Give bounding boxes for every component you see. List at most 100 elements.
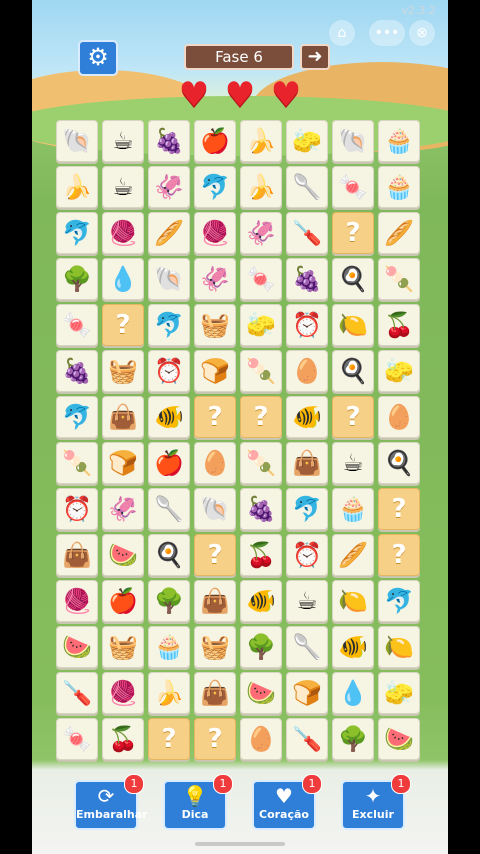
tile-squid[interactable]: 🦑 [102, 488, 144, 530]
tile-popsicle[interactable]: 🍡 [378, 258, 420, 300]
tile-basket[interactable]: 🧺 [102, 626, 144, 668]
hidden-tile[interactable]: ? [194, 718, 236, 760]
tile-spoon[interactable]: 🥄 [286, 626, 328, 668]
close-icon[interactable]: ⊗ [409, 20, 435, 46]
tile-shell[interactable]: 🐚 [56, 120, 98, 162]
tile-watermelon[interactable]: 🍉 [102, 534, 144, 576]
tile-tree[interactable]: 🌳 [148, 580, 190, 622]
dica-button[interactable]: 💡 Dica 1 [163, 774, 233, 830]
settings-button[interactable]: ⚙ [78, 40, 118, 76]
tile-grapes[interactable]: 🍇 [286, 258, 328, 300]
tile-bag[interactable]: 👜 [56, 534, 98, 576]
tile-egg[interactable]: 🥚 [240, 718, 282, 760]
tile-basket[interactable]: 🧺 [194, 304, 236, 346]
tile-squid[interactable]: 🦑 [148, 166, 190, 208]
tile-spoon[interactable]: 🥄 [286, 166, 328, 208]
tile-sponge[interactable]: 🧽 [240, 304, 282, 346]
tile-dolphin[interactable]: 🐬 [286, 488, 328, 530]
tile-bag[interactable]: 👜 [194, 580, 236, 622]
tile-basket[interactable]: 🧺 [194, 626, 236, 668]
hidden-tile[interactable]: ? [194, 396, 236, 438]
tile-apple[interactable]: 🍎 [194, 120, 236, 162]
tile-tree[interactable]: 🌳 [56, 258, 98, 300]
tile-cupcake[interactable]: 🧁 [148, 626, 190, 668]
tile-banana[interactable]: 🍌 [240, 166, 282, 208]
embaralhar-button[interactable]: ⟳ Embaralhar 1 [74, 774, 148, 830]
tile-shell[interactable]: 🐚 [194, 488, 236, 530]
tile-pan[interactable]: 🍳 [332, 258, 374, 300]
tile-cherries[interactable]: 🍒 [240, 534, 282, 576]
tile-yarn[interactable]: 🧶 [56, 580, 98, 622]
tile-drop[interactable]: 💧 [332, 672, 374, 714]
tile-cupcake[interactable]: 🧁 [378, 120, 420, 162]
tile-egg[interactable]: 🥚 [194, 442, 236, 484]
tile-yarn[interactable]: 🧶 [194, 212, 236, 254]
tile-pan[interactable]: 🍳 [332, 350, 374, 392]
tile-grapes[interactable]: 🍇 [148, 120, 190, 162]
tile-bag[interactable]: 👜 [286, 442, 328, 484]
tile-shell[interactable]: 🐚 [332, 120, 374, 162]
tile-watermelon[interactable]: 🍉 [240, 672, 282, 714]
hidden-tile[interactable]: ? [194, 534, 236, 576]
coracao-button[interactable]: ♥ Coração 1 [252, 774, 322, 830]
tile-cup[interactable]: ☕ [102, 166, 144, 208]
tile-pan[interactable]: 🍳 [148, 534, 190, 576]
tile-yarn[interactable]: 🧶 [102, 212, 144, 254]
tile-cup[interactable]: ☕ [102, 120, 144, 162]
more-icon[interactable]: ••• [369, 20, 405, 46]
tile-cherries[interactable]: 🍒 [378, 304, 420, 346]
next-level-button[interactable]: ➜ [300, 44, 330, 70]
tile-screwdriver[interactable]: 🪛 [286, 212, 328, 254]
hidden-tile[interactable]: ? [378, 488, 420, 530]
tile-dolphin[interactable]: 🐬 [194, 166, 236, 208]
tile-clock[interactable]: ⏰ [286, 304, 328, 346]
tile-dolphin[interactable]: 🐬 [56, 212, 98, 254]
tile-lemon[interactable]: 🍋 [378, 626, 420, 668]
tile-tree[interactable]: 🌳 [240, 626, 282, 668]
tile-fish[interactable]: 🐠 [148, 396, 190, 438]
tile-bread[interactable]: 🥖 [332, 534, 374, 576]
tile-bag[interactable]: 👜 [102, 396, 144, 438]
tile-sponge[interactable]: 🧽 [286, 120, 328, 162]
tile-screwdriver[interactable]: 🪛 [286, 718, 328, 760]
hidden-tile[interactable]: ? [240, 396, 282, 438]
tile-fish[interactable]: 🐠 [240, 580, 282, 622]
tile-shell[interactable]: 🐚 [148, 258, 190, 300]
tile-popsicle[interactable]: 🍡 [56, 442, 98, 484]
tile-grapes[interactable]: 🍇 [56, 350, 98, 392]
tile-screwdriver[interactable]: 🪛 [56, 672, 98, 714]
tile-squid[interactable]: 🦑 [240, 212, 282, 254]
tile-fish[interactable]: 🐠 [332, 626, 374, 668]
tile-cherries[interactable]: 🍒 [102, 718, 144, 760]
tile-tree[interactable]: 🌳 [332, 718, 374, 760]
hidden-tile[interactable]: ? [332, 212, 374, 254]
tile-dolphin[interactable]: 🐬 [378, 580, 420, 622]
tile-popsicle[interactable]: 🍡 [240, 350, 282, 392]
tile-egg[interactable]: 🥚 [286, 350, 328, 392]
tile-sponge[interactable]: 🧽 [378, 350, 420, 392]
tile-cupcake[interactable]: 🧁 [332, 488, 374, 530]
tile-watermelon[interactable]: 🍉 [378, 718, 420, 760]
tile-spoon[interactable]: 🥄 [148, 488, 190, 530]
tile-yarn[interactable]: 🧶 [102, 672, 144, 714]
tile-candy[interactable]: 🍬 [56, 304, 98, 346]
tile-dolphin[interactable]: 🐬 [148, 304, 190, 346]
tile-candy[interactable]: 🍬 [56, 718, 98, 760]
tile-pan[interactable]: 🍳 [378, 442, 420, 484]
tile-candy[interactable]: 🍬 [240, 258, 282, 300]
tile-fish[interactable]: 🐠 [286, 396, 328, 438]
tile-squid[interactable]: 🦑 [194, 258, 236, 300]
tile-toast[interactable]: 🍞 [102, 442, 144, 484]
tile-sponge[interactable]: 🧽 [378, 672, 420, 714]
tile-clock[interactable]: ⏰ [56, 488, 98, 530]
tile-grapes[interactable]: 🍇 [240, 488, 282, 530]
tile-watermelon[interactable]: 🍉 [56, 626, 98, 668]
tile-banana[interactable]: 🍌 [56, 166, 98, 208]
tile-basket[interactable]: 🧺 [102, 350, 144, 392]
tile-egg[interactable]: 🥚 [378, 396, 420, 438]
tile-clock[interactable]: ⏰ [286, 534, 328, 576]
tile-dolphin[interactable]: 🐬 [56, 396, 98, 438]
tile-lemon[interactable]: 🍋 [332, 580, 374, 622]
hidden-tile[interactable]: ? [102, 304, 144, 346]
tile-drop[interactable]: 💧 [102, 258, 144, 300]
